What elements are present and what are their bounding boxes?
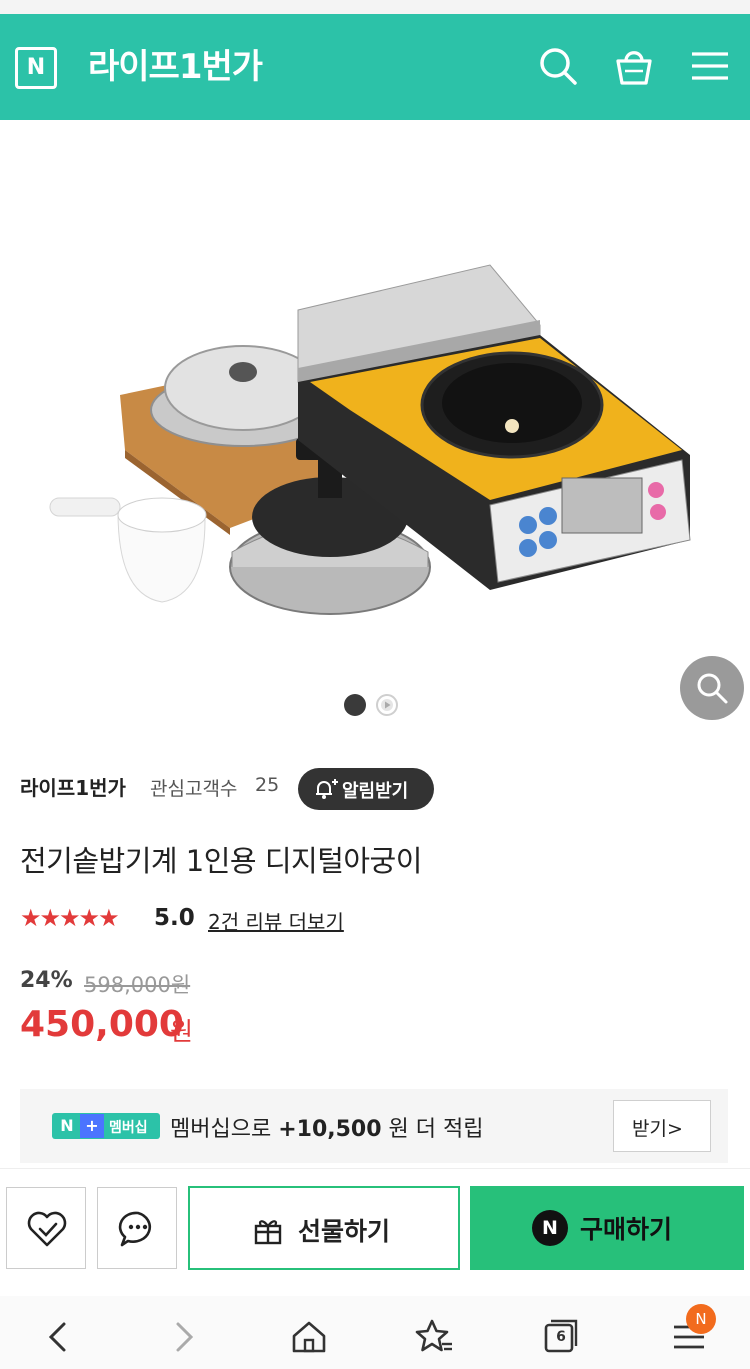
seller-name[interactable]: 라이프1번가 — [20, 772, 126, 801]
star-rating-icon: ★★★★★ — [20, 904, 120, 932]
membership-prefix: 멤버십으로 — [170, 1117, 272, 1142]
naver-pay-icon: N — [532, 1210, 568, 1246]
purchase-action-bar: 선물하기 N 구매하기 — [0, 1168, 750, 1288]
slide-dot-video[interactable] — [376, 694, 398, 716]
buy-button-label: 구매하기 — [580, 1215, 673, 1244]
review-link[interactable]: 2건 리뷰 더보기 — [208, 906, 344, 935]
receive-button-label: 받기> — [632, 1118, 683, 1140]
sale-price: 450,000 — [20, 1004, 184, 1045]
gift-button-label: 선물하기 — [298, 1217, 391, 1246]
membership-badge: N + 멤버십 — [52, 1113, 160, 1139]
alert-button-label: 알림받기 — [342, 781, 409, 802]
favorite-count: 25 — [255, 774, 280, 796]
seller-row: 라이프1번가 관심고객수 25 알림받기 — [20, 768, 740, 810]
shopping-bag-icon[interactable] — [612, 44, 656, 88]
play-icon — [381, 699, 393, 711]
image-zoom-button[interactable] — [680, 656, 744, 720]
badge-n: N — [60, 1116, 74, 1135]
tabs-icon[interactable]: 6 — [538, 1314, 584, 1360]
forward-arrow-icon[interactable] — [160, 1314, 206, 1360]
heart-check-icon — [27, 1211, 67, 1247]
app-header: N 라이프1번가 — [0, 14, 750, 120]
store-title[interactable]: 라이프1번가 — [88, 44, 263, 90]
favorite-count-label: 관심고객수 — [150, 778, 238, 800]
badge-text: 멤버십 — [109, 1120, 148, 1136]
search-icon[interactable] — [536, 44, 580, 88]
rating-row: ★★★★★ 5.0 2건 리뷰 더보기 — [20, 902, 520, 934]
receive-reward-button[interactable]: 받기> — [613, 1100, 711, 1152]
tab-count: 6 — [556, 1329, 566, 1345]
membership-suffix: 원 더 적립 — [388, 1117, 484, 1142]
badge-plus: + — [80, 1114, 104, 1138]
gift-button[interactable]: 선물하기 — [188, 1186, 460, 1270]
sale-price-currency: 원 — [170, 1017, 194, 1046]
back-arrow-icon[interactable] — [36, 1314, 82, 1360]
discount-row: 24% 598,000원 — [20, 968, 420, 998]
membership-banner: N + 멤버십 멤버십으로 +10,500 원 더 적립 받기> — [20, 1089, 728, 1163]
product-title: 전기솥밥기계 1인용 디지털아궁이 — [20, 844, 422, 878]
slide-indicator — [344, 694, 404, 716]
gift-icon — [254, 1220, 282, 1245]
rating-score: 5.0 — [154, 905, 195, 931]
product-image[interactable] — [0, 120, 750, 680]
buy-button[interactable]: N 구매하기 — [470, 1186, 744, 1270]
bell-plus-icon — [316, 779, 338, 799]
membership-reward-text: 멤버십으로 +10,500 원 더 적립 — [170, 1111, 484, 1143]
menu-icon[interactable] — [688, 44, 732, 88]
bookmark-star-icon[interactable] — [412, 1314, 458, 1360]
original-price: 598,000원 — [84, 973, 191, 997]
chat-button[interactable] — [97, 1187, 177, 1269]
magnifier-icon — [697, 673, 728, 704]
chat-bubble-icon — [118, 1211, 151, 1247]
logo-letter: N — [26, 55, 46, 80]
wishlist-button[interactable] — [6, 1187, 86, 1269]
browser-nav-bar: 6 — [0, 1296, 750, 1369]
membership-amount: +10,500 — [278, 1117, 382, 1142]
slide-dot-active[interactable] — [344, 694, 366, 716]
naver-logo[interactable]: N — [15, 47, 57, 89]
home-icon[interactable] — [286, 1314, 332, 1360]
menu-notification-badge: N — [686, 1304, 716, 1334]
discount-rate: 24% — [20, 968, 73, 993]
status-strip — [0, 0, 750, 14]
alert-subscribe-button[interactable]: 알림받기 — [298, 768, 434, 810]
